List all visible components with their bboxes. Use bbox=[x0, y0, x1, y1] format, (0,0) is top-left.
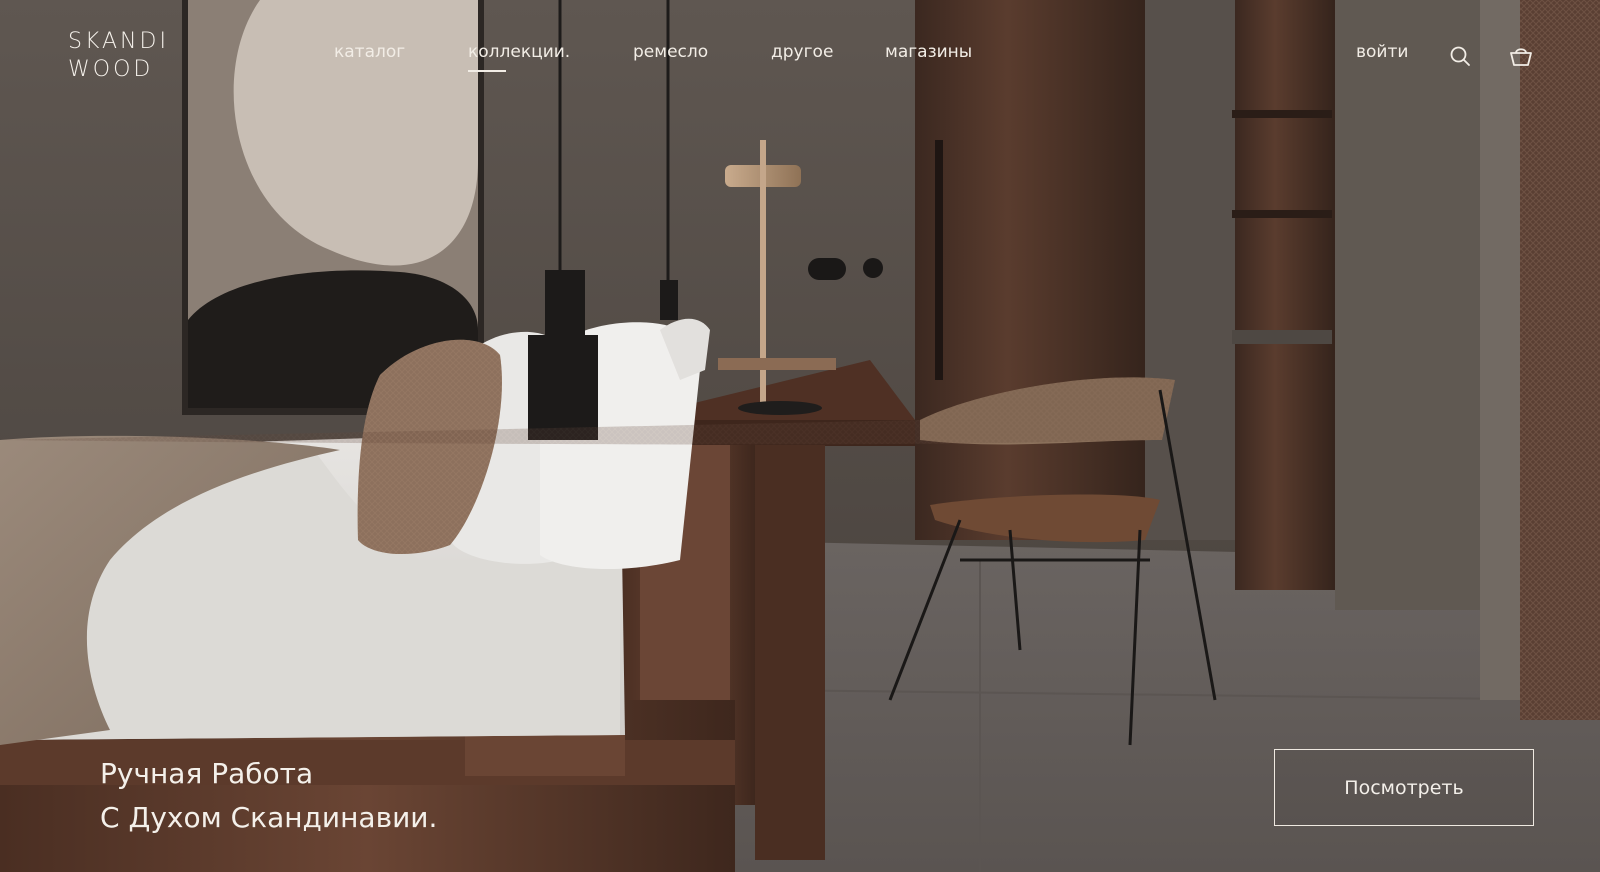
nav-item-stores[interactable]: магазины bbox=[885, 42, 972, 62]
hero-background-image bbox=[0, 0, 1600, 872]
hero-headline-line2: С Духом Скандинавии. bbox=[100, 801, 438, 834]
login-link[interactable]: войти bbox=[1356, 42, 1408, 62]
brand-logo[interactable]: SKANDI WOOD bbox=[68, 28, 169, 84]
brand-logo-line2: WOOD bbox=[68, 57, 154, 82]
search-icon[interactable] bbox=[1448, 44, 1472, 68]
nav-item-catalog[interactable]: каталог bbox=[334, 42, 405, 62]
hero-section: SKANDI WOOD каталог коллекции. ремесло д… bbox=[0, 0, 1600, 872]
hero-headline-line1: Ручная Работа bbox=[100, 757, 314, 790]
brand-logo-line1: SKANDI bbox=[68, 29, 169, 54]
view-button[interactable]: Посмотреть bbox=[1274, 749, 1534, 826]
nav-item-other[interactable]: другое bbox=[771, 42, 833, 62]
nav-item-collections[interactable]: коллекции. bbox=[468, 42, 570, 72]
nav-item-craft[interactable]: ремесло bbox=[633, 42, 708, 62]
hero-headline: Ручная Работа С Духом Скандинавии. bbox=[100, 752, 437, 840]
basket-icon[interactable] bbox=[1508, 44, 1532, 68]
